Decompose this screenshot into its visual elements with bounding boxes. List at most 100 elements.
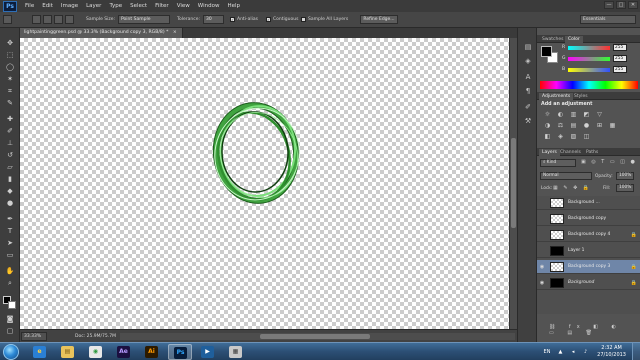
- menu-file[interactable]: File: [25, 3, 34, 9]
- intersect-selection-icon[interactable]: [65, 15, 74, 24]
- visibility-eye-icon[interactable]: [539, 232, 545, 238]
- green-slider[interactable]: [568, 57, 610, 61]
- layer-row[interactable]: Background copy: [537, 212, 640, 226]
- menu-layer[interactable]: Layer: [86, 3, 101, 9]
- tray-icons[interactable]: ▲ ◂ ♪: [558, 349, 591, 355]
- start-button[interactable]: [3, 344, 19, 360]
- tab-adjustments[interactable]: Adjustments: [539, 93, 574, 100]
- menu-filter[interactable]: Filter: [155, 3, 169, 9]
- show-desktop-button[interactable]: [632, 343, 640, 360]
- opacity-input[interactable]: 100%: [616, 172, 634, 180]
- add-to-selection-icon[interactable]: [43, 15, 52, 24]
- hand-tool-icon[interactable]: ✋: [4, 266, 16, 276]
- lock-icons[interactable]: ▦ ✎ ✥ 🔒: [553, 185, 591, 191]
- tolerance-input[interactable]: 30: [203, 15, 224, 24]
- layers-footer-icons[interactable]: ⛓ fx ◧ ◐ ▭ ▤ 🗑: [537, 324, 640, 336]
- close-button[interactable]: ✕: [628, 1, 638, 9]
- canvas[interactable]: [20, 38, 509, 329]
- type-tool-icon[interactable]: T: [4, 226, 16, 236]
- properties-panel-icon[interactable]: ◈: [522, 56, 534, 66]
- shape-tool-icon[interactable]: ▭: [4, 250, 16, 260]
- blur-tool-icon[interactable]: ◆: [4, 186, 16, 196]
- history-brush-tool-icon[interactable]: ↺: [4, 150, 16, 160]
- menu-help[interactable]: Help: [227, 3, 240, 9]
- layer-row[interactable]: Layer 1: [537, 244, 640, 258]
- vibrance-icon[interactable]: ▽: [595, 111, 604, 119]
- gradient-tool-icon[interactable]: ▮: [4, 174, 16, 184]
- layer-name[interactable]: Background copy 4: [568, 232, 610, 237]
- history-panel-icon[interactable]: ▤: [522, 42, 534, 52]
- taskbar-app-button[interactable]: Ae: [112, 344, 136, 360]
- taskbar-app-button[interactable]: Ai: [140, 344, 164, 360]
- visibility-eye-icon[interactable]: [539, 216, 545, 222]
- layer-filter-icons[interactable]: ▣ ◎ T ▭ ◫ ●: [581, 159, 637, 167]
- visibility-eye-icon[interactable]: ◉: [539, 264, 545, 270]
- foreground-color-chip[interactable]: [541, 46, 552, 57]
- sample-all-layers-checkbox[interactable]: [301, 17, 306, 22]
- menu-window[interactable]: Window: [198, 3, 220, 9]
- layer-name[interactable]: Background ...: [568, 200, 600, 205]
- zoom-level-field[interactable]: 33.33%: [21, 332, 47, 341]
- layer-name[interactable]: Background: [568, 280, 594, 285]
- horizontal-scrollbar[interactable]: [120, 333, 515, 340]
- move-tool-icon[interactable]: ✥: [4, 38, 16, 48]
- layer-name[interactable]: Background copy 3: [568, 264, 610, 269]
- brightness-contrast-icon[interactable]: ☼: [543, 111, 552, 119]
- paragraph-panel-icon[interactable]: ¶: [522, 86, 534, 96]
- tab-channels[interactable]: Channels: [557, 149, 584, 156]
- menu-view[interactable]: View: [177, 3, 190, 9]
- color-spectrum-bar[interactable]: [540, 81, 638, 89]
- red-value-input[interactable]: 255: [613, 44, 627, 51]
- refine-edge-button[interactable]: Refine Edge...: [360, 15, 398, 24]
- channel-mixer-icon[interactable]: ⊞: [595, 122, 604, 130]
- path-selection-tool-icon[interactable]: ➤: [4, 238, 16, 248]
- horizontal-scrollbar-thumb[interactable]: [260, 334, 370, 339]
- dodge-tool-icon[interactable]: ●: [4, 198, 16, 208]
- exposure-icon[interactable]: ◩: [582, 111, 591, 119]
- menu-type[interactable]: Type: [109, 3, 122, 9]
- levels-icon[interactable]: ◐: [556, 111, 565, 119]
- language-indicator[interactable]: EN: [544, 349, 551, 355]
- vertical-scrollbar-thumb[interactable]: [511, 138, 516, 228]
- contiguous-checkbox[interactable]: ✓: [266, 17, 271, 22]
- posterize-icon[interactable]: ◈: [556, 133, 565, 141]
- antialias-checkbox[interactable]: ✓: [230, 17, 235, 22]
- taskbar-app-button[interactable]: ▶: [196, 344, 220, 360]
- crop-tool-icon[interactable]: ⌗: [4, 86, 16, 96]
- layer-row[interactable]: Background copy 4 🔒: [537, 228, 640, 242]
- minimize-button[interactable]: —: [604, 1, 614, 9]
- green-value-input[interactable]: 255: [613, 55, 627, 62]
- brush-tool-icon[interactable]: ✐: [4, 126, 16, 136]
- sample-size-select[interactable]: Point Sample: [118, 15, 170, 24]
- blue-slider[interactable]: [568, 68, 610, 72]
- subtract-selection-icon[interactable]: [54, 15, 63, 24]
- menu-image[interactable]: Image: [61, 3, 78, 9]
- tool-preset-picker[interactable]: [3, 15, 12, 24]
- workspace-select[interactable]: Essentials: [580, 15, 636, 24]
- quick-mask-icon[interactable]: ◙: [4, 314, 16, 324]
- new-selection-icon[interactable]: [32, 15, 41, 24]
- character-panel-icon[interactable]: A: [522, 72, 534, 82]
- eraser-tool-icon[interactable]: ▱: [4, 162, 16, 172]
- document-tab[interactable]: lightpaintinggreen.psd @ 33.3% (Backgrou…: [20, 28, 183, 38]
- hue-saturation-icon[interactable]: ◑: [543, 122, 552, 130]
- document-size-info[interactable]: Doc: 25.9M/75.7M: [75, 334, 116, 339]
- document-tab-close-icon[interactable]: ×: [173, 30, 177, 35]
- selective-color-icon[interactable]: ◫: [582, 133, 591, 141]
- taskbar-app-button[interactable]: ▦: [224, 344, 248, 360]
- healing-brush-tool-icon[interactable]: ✚: [4, 114, 16, 124]
- visibility-eye-icon[interactable]: [539, 248, 545, 254]
- fill-input[interactable]: 100%: [616, 184, 634, 192]
- tab-paths[interactable]: Paths: [583, 149, 601, 156]
- brush-panel-icon[interactable]: ✐: [522, 102, 534, 112]
- menu-select[interactable]: Select: [130, 3, 147, 9]
- layer-name[interactable]: Background copy: [568, 216, 606, 221]
- tab-color[interactable]: Color: [565, 36, 583, 43]
- taskbar-app-button[interactable]: ▤: [56, 344, 80, 360]
- blend-mode-select[interactable]: Normal: [540, 172, 592, 180]
- lasso-tool-icon[interactable]: ◯: [4, 62, 16, 72]
- threshold-icon[interactable]: ▨: [569, 133, 578, 141]
- tool-presets-panel-icon[interactable]: ⚒: [522, 116, 534, 126]
- marquee-tool-icon[interactable]: ⬚: [4, 50, 16, 60]
- layer-row[interactable]: Background ...: [537, 196, 640, 210]
